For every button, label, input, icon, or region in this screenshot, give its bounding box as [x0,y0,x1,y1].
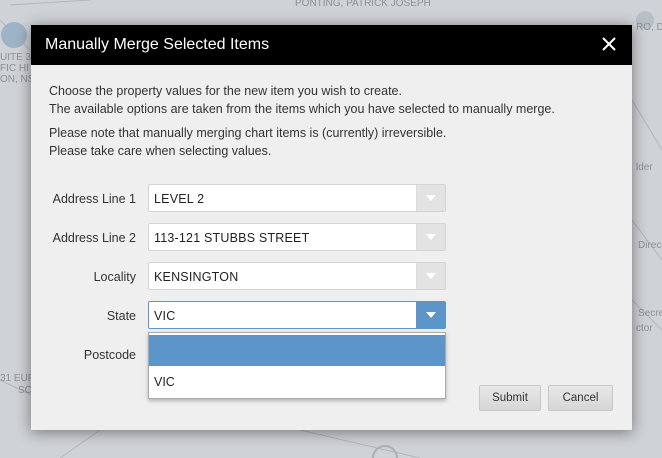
locality-label: Locality [93,270,136,284]
dropdown-toggle[interactable] [416,224,445,250]
graph-node-label: Direc [638,240,662,251]
graph-node-label: PONTING, PATRICK JOSEPH [295,0,431,9]
close-icon [602,37,616,51]
postcode-label: Postcode [83,348,136,362]
state-dropdown-list: VIC [148,332,446,399]
state-select[interactable]: VIC [148,301,446,329]
cancel-button[interactable]: Cancel [548,385,613,411]
chevron-down-icon [426,273,436,279]
graph-node-icon [1,22,27,48]
graph-node-label: lder [636,162,653,173]
address-line-1-select[interactable]: LEVEL 2 [148,184,446,212]
instruction-line: Choose the property values for the new i… [49,84,402,98]
dialog-instructions: Choose the property values for the new i… [49,82,619,118]
close-button[interactable] [598,33,620,55]
dropdown-option-empty[interactable] [149,335,445,366]
dropdown-toggle[interactable] [416,185,445,211]
dropdown-toggle[interactable] [416,263,445,289]
dialog-header: Manually Merge Selected Items [31,25,632,65]
dialog-warning: Please note that manually merging chart … [49,124,619,160]
dropdown-toggle[interactable] [416,302,445,328]
graph-node-label: 31 EUF [0,373,34,384]
select-value: KENSINGTON [154,270,239,284]
warning-line: Please note that manually merging chart … [49,126,447,140]
chevron-down-icon [426,312,436,318]
warning-line: Please take care when selecting values. [49,144,272,158]
address-line-2-select[interactable]: 113-121 STUBBS STREET [148,223,446,251]
merge-dialog: Manually Merge Selected Items Choose the… [31,25,632,430]
address-line-2-label: Address Line 2 [52,231,136,245]
dialog-title: Manually Merge Selected Items [45,36,270,53]
select-value: LEVEL 2 [154,192,205,206]
address-line-1-label: Address Line 1 [52,192,136,206]
submit-button[interactable]: Submit [479,385,541,411]
chevron-down-icon [426,234,436,240]
graph-node-label: Secre [638,308,662,319]
chevron-down-icon [426,195,436,201]
graph-node-label: SC [18,385,32,396]
option-label: VIC [154,375,175,389]
graph-node-label: RO, DO [636,22,662,33]
instruction-line: The available options are taken from the… [49,102,555,116]
select-value: 113-121 STUBBS STREET [154,231,310,245]
state-label: State [106,309,136,323]
locality-select[interactable]: KENSINGTON [148,262,446,290]
graph-node-label: ctor [636,323,653,334]
dropdown-option-vic[interactable]: VIC [149,366,445,397]
select-value: VIC [154,309,176,323]
